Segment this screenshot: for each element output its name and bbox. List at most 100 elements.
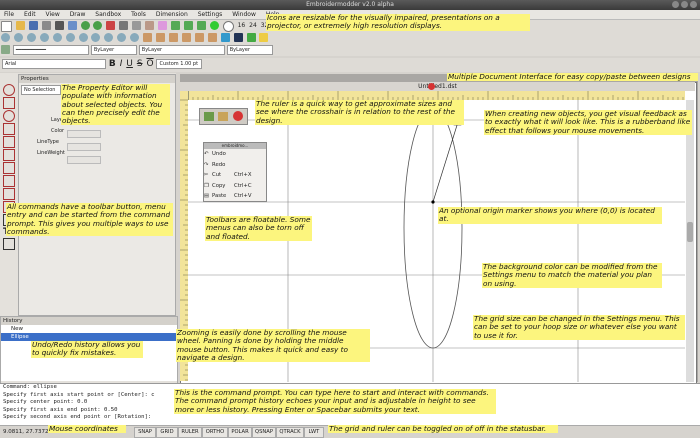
night-icon[interactable] (233, 33, 243, 42)
linetype-combo[interactable]: ByLayer (138, 45, 225, 55)
save-as-icon[interactable] (41, 21, 51, 30)
pan-realtime-icon[interactable] (143, 33, 153, 42)
pan-up-icon[interactable] (194, 33, 204, 42)
zoom-scale-icon[interactable] (52, 33, 62, 42)
menu-item-redo[interactable]: ↷ Redo (204, 160, 266, 171)
save-icon[interactable] (28, 21, 38, 30)
lineweight-combo[interactable]: ByLayer (226, 45, 273, 55)
window-next-icon[interactable] (209, 21, 219, 30)
menu-item-copy[interactable]: ❐ Copy Ctrl+C (204, 181, 266, 192)
rectangle-tool-icon[interactable] (3, 175, 15, 187)
pan-point-icon[interactable] (156, 33, 166, 42)
floating-toolbar-icon[interactable] (218, 112, 228, 121)
paste-icon[interactable] (145, 21, 155, 30)
prop-color-field[interactable] (67, 130, 101, 138)
layer-manager-icon[interactable] (1, 45, 10, 54)
star-shape-icon[interactable] (3, 238, 15, 250)
zoom-dynamic-icon[interactable] (39, 33, 49, 42)
qsnap-toggle[interactable]: QSNAP (252, 427, 276, 438)
help-icon[interactable] (106, 21, 116, 30)
menu-draw[interactable]: Draw (70, 10, 86, 19)
new-file-icon[interactable] (1, 21, 12, 32)
zoom-realtime-icon[interactable] (1, 33, 10, 42)
path-tool-icon[interactable] (3, 149, 15, 161)
vertical-scrollbar[interactable] (686, 100, 694, 382)
pan-left-icon[interactable] (168, 33, 178, 42)
cut-icon[interactable] (119, 21, 129, 30)
command-input-line[interactable]: Specify second axis end point or [Rotati… (0, 414, 700, 422)
polygon-tool-icon[interactable] (3, 162, 15, 174)
zoom-center-icon[interactable] (65, 33, 75, 42)
history-item[interactable]: New (1, 325, 177, 333)
selection-combo[interactable]: No Selection (21, 85, 61, 95)
close-button[interactable] (690, 1, 697, 8)
pan-right-icon[interactable] (181, 33, 191, 42)
copyright-icon[interactable] (222, 21, 234, 32)
underline-button[interactable]: U (126, 58, 133, 70)
arc-tool-icon[interactable] (3, 123, 15, 135)
polyline-tool-icon[interactable] (3, 136, 15, 148)
menu-file[interactable]: File (4, 10, 14, 19)
zoom-extents-icon[interactable] (130, 33, 140, 42)
qtrack-toggle[interactable]: QTRACK (276, 427, 304, 438)
strikeout-button[interactable]: S (137, 58, 143, 70)
icon-size-16[interactable]: 16 (238, 20, 246, 31)
prop-linetype-field[interactable] (67, 143, 101, 151)
point-tool-icon[interactable] (3, 188, 15, 200)
floating-toolbar-icon[interactable] (204, 112, 214, 121)
layer-combo[interactable]: ━━━━━━━━━━ (12, 45, 89, 55)
icon-size-24[interactable]: 24 (249, 20, 257, 31)
undo-icon[interactable] (80, 21, 90, 30)
redo-icon[interactable] (93, 21, 103, 30)
zoom-all-icon[interactable] (117, 33, 127, 42)
overline-button[interactable]: O (146, 58, 153, 70)
lwt-toggle[interactable]: LWT (304, 427, 324, 438)
maximize-button[interactable] (681, 1, 688, 8)
minimize-button[interactable] (672, 1, 679, 8)
polar-toggle[interactable]: POLAR (228, 427, 252, 438)
floating-toolbar-close-icon[interactable] (233, 111, 243, 121)
color-combo[interactable]: ByLayer (90, 45, 137, 55)
layer-icon[interactable] (246, 33, 256, 42)
prop-lineweight-field[interactable] (67, 156, 101, 164)
zoom-in-icon[interactable] (78, 33, 88, 42)
zoom-previous-icon[interactable] (13, 33, 23, 42)
scrollbar-thumb[interactable] (687, 222, 693, 242)
window-cascade-icon[interactable] (196, 21, 206, 30)
zoom-window-icon[interactable] (26, 33, 36, 42)
menu-window[interactable]: Window (232, 10, 256, 19)
window-tile-icon[interactable] (183, 21, 193, 30)
zoom-out-icon[interactable] (91, 33, 101, 42)
window-icon[interactable] (170, 21, 180, 30)
menu-sandbox[interactable]: Sandbox (95, 10, 121, 19)
font-combo[interactable]: Arial (2, 59, 106, 69)
menu-tools[interactable]: Tools (131, 10, 146, 19)
line-tool-icon[interactable] (3, 97, 15, 109)
document-close-icon[interactable] (428, 83, 435, 90)
zoom-selected-icon[interactable] (104, 33, 114, 42)
circle-tool-icon[interactable] (3, 84, 15, 96)
print-icon[interactable] (54, 21, 64, 30)
menu-item-paste[interactable]: ▤ Paste Ctrl+V (204, 191, 266, 202)
ortho-toggle[interactable]: ORTHO (202, 427, 228, 438)
design-details-icon[interactable] (67, 21, 77, 30)
menu-settings[interactable]: Settings (198, 10, 223, 19)
menu-dimension[interactable]: Dimension (156, 10, 188, 19)
text-size-combo[interactable]: Custom 1.00 pt (156, 59, 203, 69)
floating-toolbar[interactable] (199, 108, 248, 125)
pan-down-icon[interactable] (207, 33, 217, 42)
whats-this-icon[interactable] (158, 21, 168, 30)
italic-button[interactable]: I (120, 58, 123, 70)
open-folder-icon[interactable] (15, 21, 25, 30)
ruler-toggle[interactable]: RULER (178, 427, 202, 438)
ellipse-tool-icon[interactable] (3, 110, 15, 122)
snap-toggle[interactable]: SNAP (134, 427, 156, 438)
menu-item-undo[interactable]: ↶ Undo (204, 149, 266, 160)
copy-icon[interactable] (132, 21, 142, 30)
bold-button[interactable]: B (109, 58, 116, 70)
menu-item-cut[interactable]: ✂ Cut Ctrl+X (204, 170, 266, 181)
day-icon[interactable] (220, 33, 230, 42)
menu-view[interactable]: View (46, 10, 60, 19)
menu-edit[interactable]: Edit (24, 10, 36, 19)
layer-selector-icon[interactable] (259, 33, 269, 42)
